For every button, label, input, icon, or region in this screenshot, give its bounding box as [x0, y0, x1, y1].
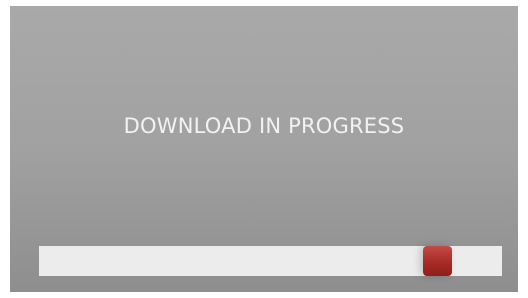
download-screen: DOWNLOAD IN PROGRESS	[10, 6, 518, 292]
download-progress-bar	[39, 246, 502, 276]
download-status-title: DOWNLOAD IN PROGRESS	[123, 114, 405, 138]
progress-handle	[422, 246, 452, 276]
